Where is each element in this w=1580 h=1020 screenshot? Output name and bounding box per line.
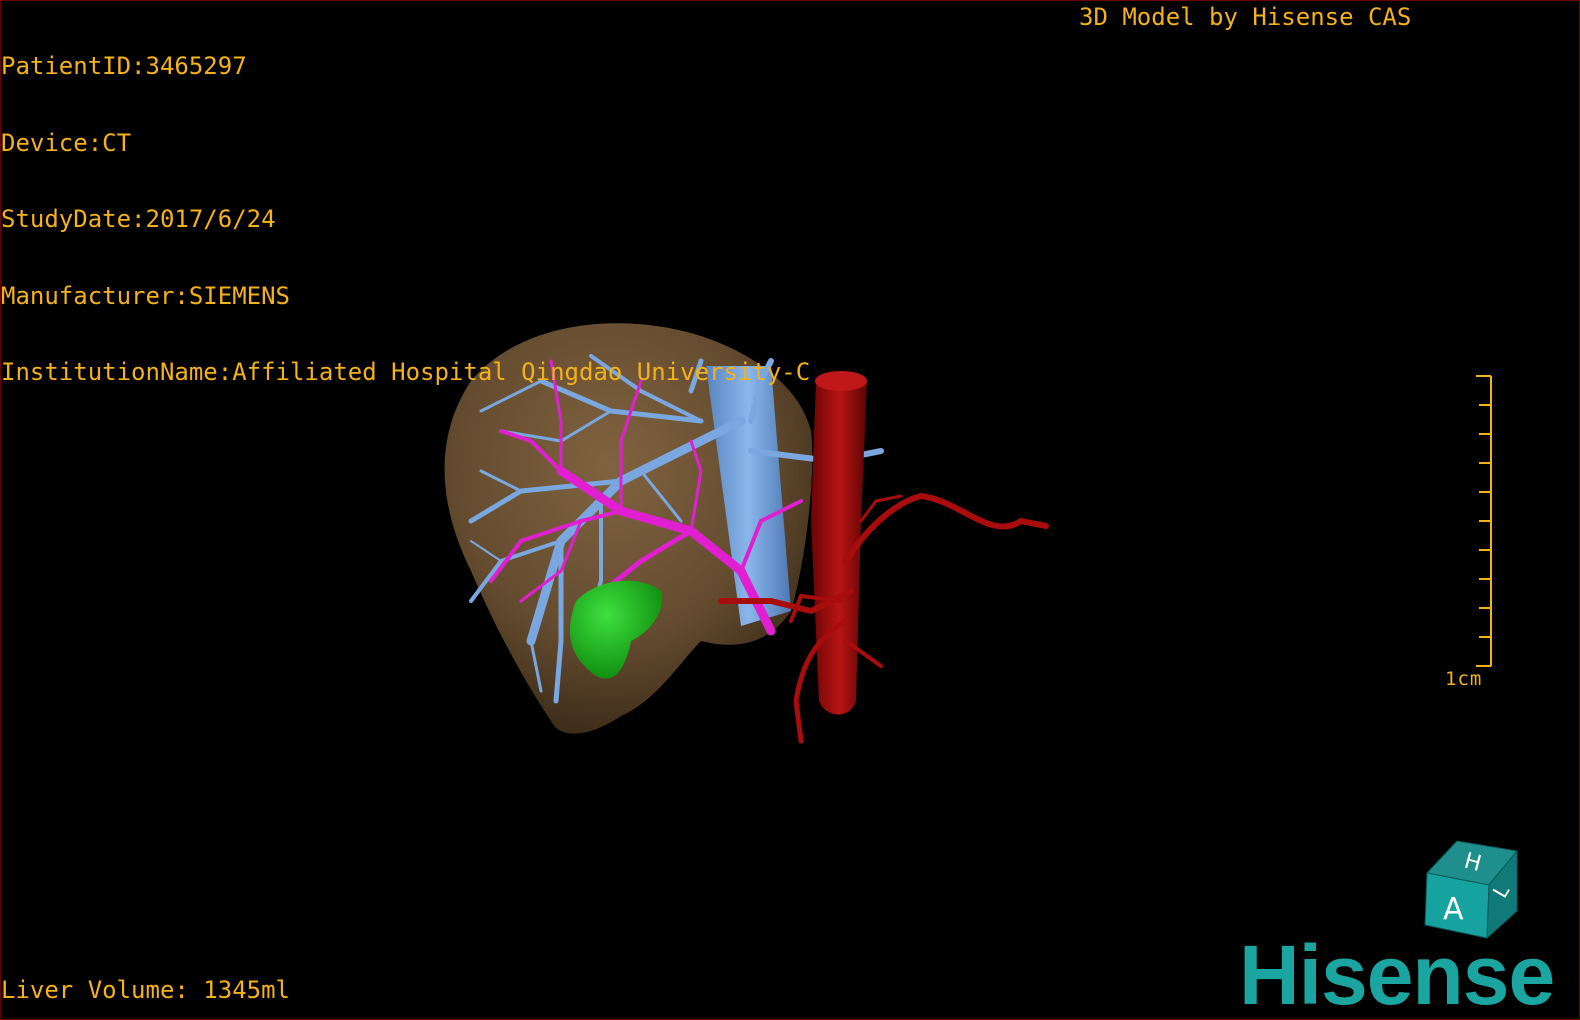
ruler-icon [1476, 375, 1492, 667]
model-credit-label: 3D Model by Hisense CAS [1079, 3, 1412, 31]
aorta-top [815, 371, 867, 391]
patient-id-label: PatientID:3465297 [1, 52, 247, 80]
3d-viewport[interactable]: PatientID:3465297 Device:CT StudyDate:20… [0, 0, 1580, 1020]
device-label: Device:CT [1, 128, 132, 157]
scale-bar-label: 1cm [1445, 668, 1483, 690]
dicom-info-overlay: PatientID:3465297 Device:CT StudyDate:20… [1, 3, 810, 437]
orientation-cube-icon[interactable]: H A L [1417, 833, 1527, 943]
manufacturer-label: Manufacturer:SIEMENS [1, 281, 290, 310]
institution-label: InstitutionName:Affiliated Hospital Qing… [1, 358, 811, 386]
study-date-label: StudyDate:2017/6/24 [1, 205, 276, 233]
liver-volume-label: Liver Volume: 1345ml [1, 976, 290, 1004]
hisense-logo: Hisense [1239, 928, 1555, 1020]
cube-face-a: A [1443, 892, 1464, 927]
